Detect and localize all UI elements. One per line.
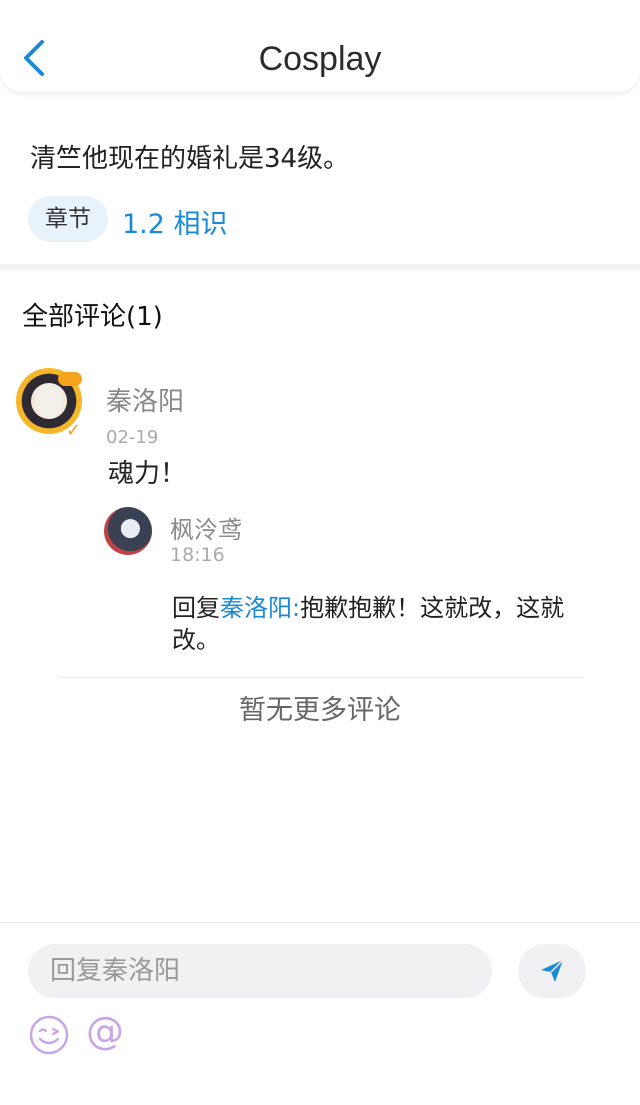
- send-icon: [541, 959, 564, 982]
- section-divider: [0, 264, 640, 270]
- reply-time: 18:16: [170, 544, 225, 566]
- divider-line: [58, 677, 584, 678]
- send-button[interactable]: [518, 944, 586, 998]
- emoji-icon[interactable]: [28, 1014, 70, 1056]
- reply-content: 回复秦洛阳:抱歉抱歉！这就改，这就改。: [172, 592, 612, 656]
- chapter-tag: 章节: [28, 196, 108, 242]
- comment-content: 魂力！: [108, 459, 187, 489]
- reply-prefix: 回复: [172, 594, 220, 622]
- avatar[interactable]: ✓: [16, 368, 82, 441]
- at-icon[interactable]: @: [86, 1009, 124, 1053]
- reply-username[interactable]: 枫泠鸢: [170, 510, 242, 545]
- post-quote: 清竺他现在的婚礼是34级。: [30, 144, 350, 174]
- no-more-comments: 暂无更多评论: [239, 695, 401, 726]
- avatar-face: [35, 384, 63, 418]
- reply-avatar[interactable]: [104, 507, 152, 555]
- top-bar: Cosplay: [0, 0, 640, 92]
- page-title: Cosplay: [258, 40, 382, 78]
- chapter-link[interactable]: 1.2 相识: [122, 202, 228, 241]
- reply-mention[interactable]: 秦洛阳:: [220, 594, 300, 622]
- check-icon: ✓: [66, 420, 82, 441]
- comments-heading: 全部评论(1): [22, 302, 163, 332]
- reply-input[interactable]: 回复秦洛阳: [28, 944, 492, 998]
- comment-date: 02-19: [106, 427, 159, 447]
- author-badge-icon: [58, 372, 82, 386]
- comment-username[interactable]: 秦洛阳: [106, 381, 184, 418]
